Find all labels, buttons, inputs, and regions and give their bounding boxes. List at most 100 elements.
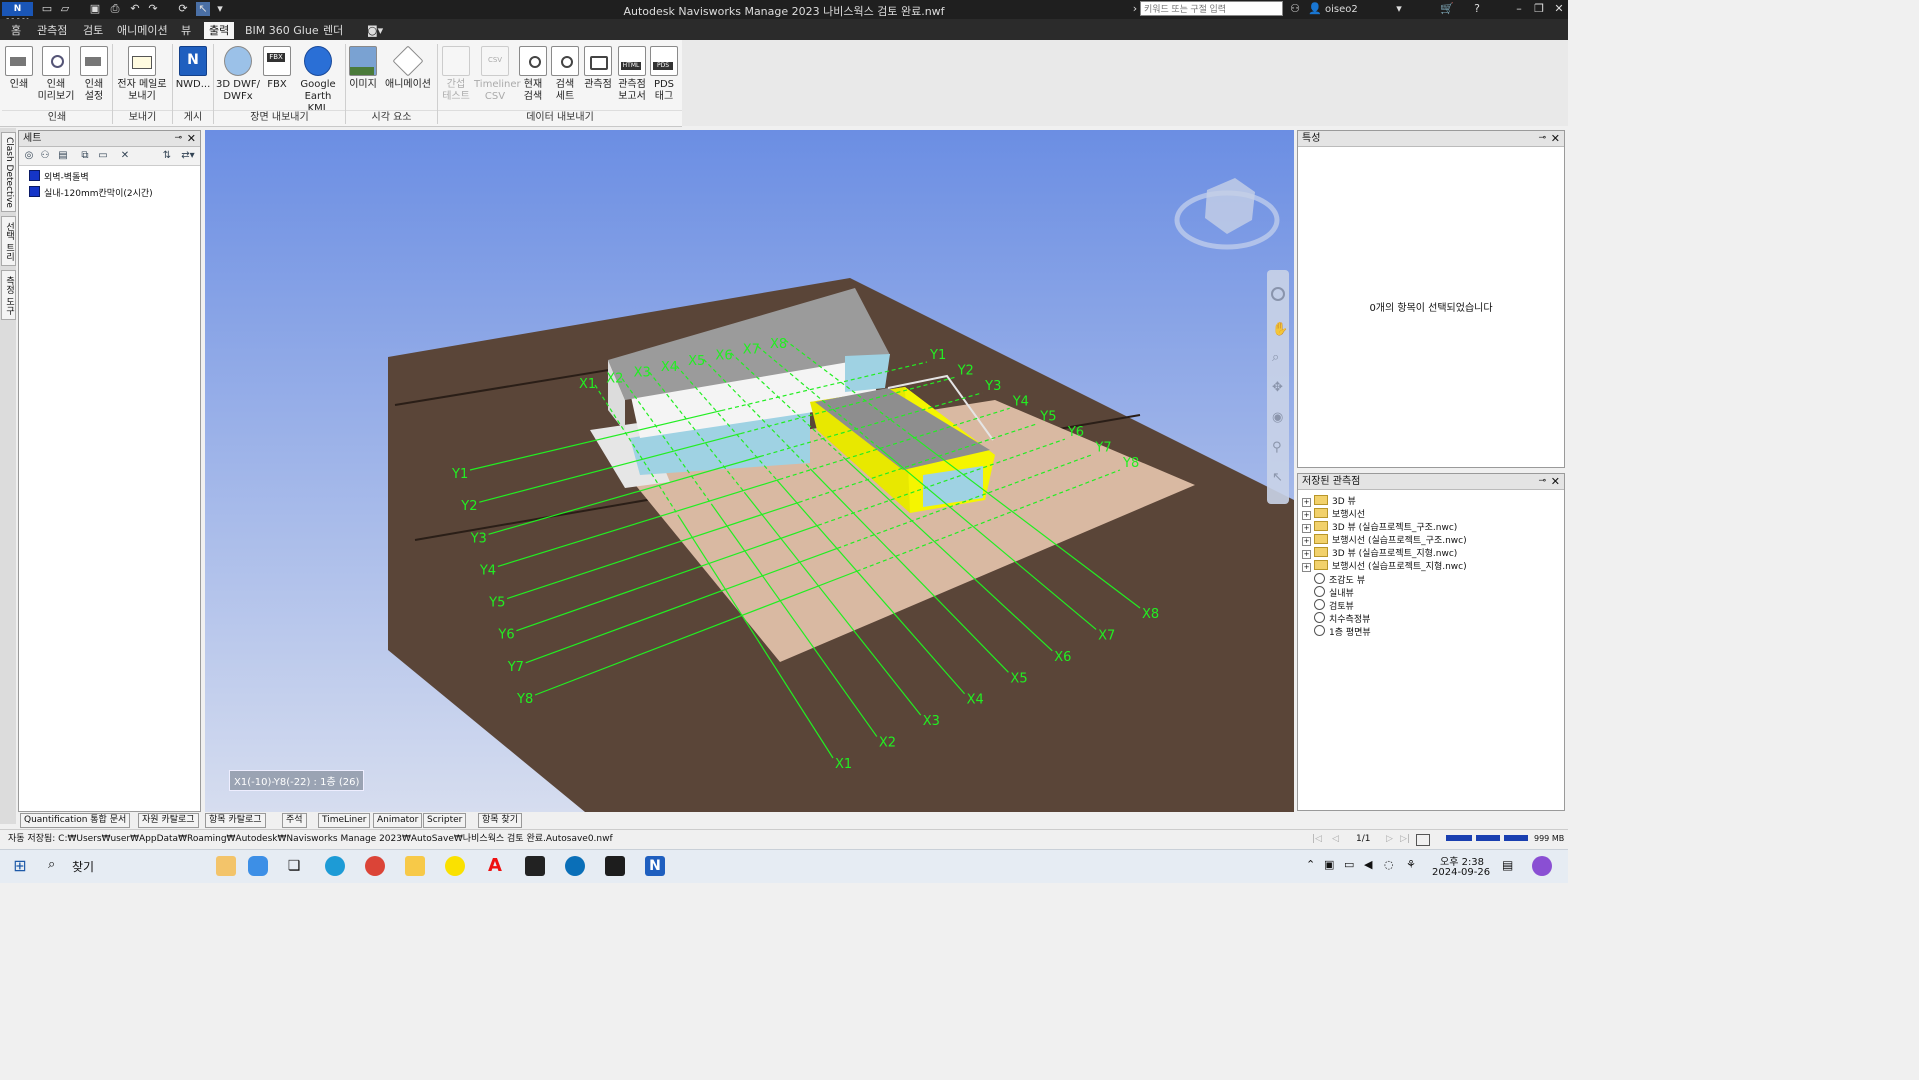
autocad-icon[interactable]: A — [485, 856, 505, 876]
print-setup-button[interactable]: 인쇄 설정 — [78, 46, 110, 103]
close-panel-icon[interactable]: ✕ — [1551, 474, 1560, 489]
current-search-button[interactable]: 현재 검색 — [518, 46, 548, 103]
viewpoint-folder[interactable]: + 보행시선 — [1302, 508, 1365, 521]
sketchup-icon[interactable] — [565, 856, 585, 876]
next-page-icon[interactable]: ▷ — [1386, 830, 1393, 848]
viewpoint-item[interactable]: 검토뷰 — [1314, 599, 1354, 612]
pds-tags-button[interactable]: PDS PDS 태그 — [650, 46, 678, 103]
export-fbx-button[interactable]: FBX FBX — [263, 46, 291, 91]
tab-animation[interactable]: 애니메이션 — [112, 22, 173, 39]
tab-item-catalog[interactable]: 항목 카탈로그 — [205, 813, 266, 828]
select-icon[interactable]: ↖ — [1272, 470, 1283, 485]
tab-measure-tools[interactable]: 측정 도구 — [1, 270, 16, 320]
tray-app-icon[interactable]: ▣ — [1324, 858, 1334, 871]
kakaotalk-icon[interactable] — [445, 856, 465, 876]
open-file-icon[interactable]: ▱ — [58, 2, 72, 16]
navisworks-taskbar-icon[interactable]: N — [645, 856, 665, 876]
revit-icon[interactable] — [525, 856, 545, 876]
tab-output[interactable]: 출력 — [204, 22, 235, 39]
orbit-icon[interactable]: ✥ — [1272, 380, 1283, 395]
undo-icon[interactable]: ↶ — [128, 2, 142, 16]
save-search-icon[interactable]: ⚇ — [39, 150, 51, 161]
duplicate-icon[interactable]: ⧉ — [79, 150, 91, 161]
import-export-icon[interactable]: ⇄▾ — [179, 150, 197, 161]
viewpoint-item[interactable]: 실내뷰 — [1314, 586, 1354, 599]
task-view-icon[interactable]: ❏ — [284, 856, 304, 876]
sheet-browser-icon[interactable] — [1416, 834, 1430, 846]
tab-render[interactable]: 렌더 — [318, 22, 348, 39]
taskbar-search-icon[interactable]: ⌕ — [48, 857, 55, 872]
windows-start-icon[interactable]: ⊞ — [10, 856, 30, 876]
set-item[interactable]: 외벽-벽돌벽 — [29, 170, 89, 184]
print-button[interactable]: 인쇄 — [4, 46, 34, 91]
zoom-icon[interactable]: ⌕ — [1272, 350, 1279, 365]
print-quick-icon[interactable]: ⎙ — [108, 2, 122, 16]
taskbar-search-label[interactable]: 찾기 — [72, 858, 94, 875]
viewpoint-item[interactable]: 조감도 뷰 — [1314, 573, 1365, 586]
last-page-icon[interactable]: ▷| — [1400, 830, 1410, 848]
viewpoint-folder[interactable]: +3D 뷰 (실습프로젝트_구조.nwc) — [1302, 521, 1457, 534]
timeliner-csv-button[interactable]: CSV Timeliner CSV — [474, 46, 521, 103]
keyword-search-input[interactable] — [1140, 1, 1283, 16]
tab-review[interactable]: 검토 — [78, 22, 108, 39]
viewpoint-folder[interactable]: +3D 뷰 (실습프로젝트_지형.nwc) — [1302, 547, 1457, 560]
close-panel-icon[interactable]: ✕ — [1551, 131, 1560, 146]
prev-page-icon[interactable]: ◁ — [1332, 830, 1339, 848]
3d-viewport[interactable]: X1 X1 X2 X2 X3 X3 X4 X4 X5 X5 X6 X6 X7 X7 X8 X8 Y1 Y1 Y2 Y2… — [205, 130, 1294, 812]
quick-access-dropdown-icon[interactable]: ▾ — [213, 2, 227, 16]
tray-security-icon[interactable]: ⚘ — [1406, 858, 1416, 871]
redo-icon[interactable]: ↷ — [146, 2, 160, 16]
search-sets-button[interactable]: 검색 세트 — [550, 46, 580, 103]
first-page-icon[interactable]: |◁ — [1312, 830, 1322, 848]
save-icon[interactable]: ▣ — [88, 2, 102, 16]
publish-nwd-button[interactable]: N NWD... — [174, 46, 212, 91]
edge-browser-icon[interactable] — [325, 856, 345, 876]
sort-icon[interactable]: ⇅ — [161, 150, 173, 161]
binoculars-icon[interactable]: ⚇ — [1288, 2, 1302, 16]
pin-icon[interactable]: ⊸ — [1538, 474, 1546, 489]
tray-clock-icon[interactable]: ◌ — [1384, 858, 1394, 871]
print-preview-button[interactable]: 인쇄 미리보기 — [36, 46, 76, 103]
sticky-app-icon[interactable] — [605, 856, 625, 876]
cart-icon[interactable]: 🛒 — [1440, 2, 1454, 16]
export-dwf-button[interactable]: 3D DWF/DWFx — [215, 46, 261, 103]
export-image-button[interactable]: 이미지 — [347, 46, 379, 91]
file-explorer-icon[interactable] — [405, 856, 425, 876]
tab-timeliner[interactable]: TimeLiner — [318, 813, 371, 828]
tab-clash-detective[interactable]: Clash Detective — [1, 132, 16, 212]
tab-resource-catalog[interactable]: 자원 카탈로그 — [138, 813, 199, 828]
delete-icon[interactable]: ✕ — [119, 150, 131, 161]
tab-bim360-glue[interactable]: BIM 360 Glue — [240, 22, 324, 39]
export-animation-button[interactable]: 애니메이션 — [381, 45, 435, 91]
tab-selection-tree[interactable]: 선택 트리 — [1, 216, 16, 266]
help-icon[interactable]: ? — [1470, 2, 1484, 16]
tray-overflow-icon[interactable]: ⌃ — [1306, 858, 1315, 871]
refresh-icon[interactable]: ⟳ — [176, 2, 190, 16]
send-email-button[interactable]: 전자 메일로 보내기 — [114, 46, 170, 103]
tab-scripter[interactable]: Scripter — [423, 813, 467, 828]
steering-wheel-icon[interactable] — [1271, 287, 1285, 301]
viewpoints-export-button[interactable]: 관측점 — [582, 46, 614, 91]
tab-viewpoint[interactable]: 관측점 — [32, 22, 72, 39]
pin-icon[interactable]: ⊸ — [174, 131, 182, 146]
volume-icon[interactable]: ◀ — [1364, 858, 1372, 871]
add-comment-icon[interactable]: ▭ — [97, 150, 109, 161]
tab-find-items[interactable]: 항목 찾기 — [478, 813, 522, 828]
export-google-earth-button[interactable]: Google Earth KML — [293, 46, 343, 115]
tab-animator[interactable]: Animator — [373, 813, 423, 828]
tab-view[interactable]: 뷰 — [176, 22, 196, 39]
network-icon[interactable]: ▭ — [1344, 858, 1354, 871]
new-file-icon[interactable]: ▭ — [40, 2, 54, 16]
new-folder-icon[interactable]: ▤ — [57, 150, 69, 161]
camera-dropdown-icon[interactable]: ◙▾ — [362, 22, 388, 39]
viewpoint-item[interactable]: 1층 평면뷰 — [1314, 625, 1371, 638]
notification-icon[interactable]: ▤ — [1502, 858, 1513, 872]
user-dropdown-icon[interactable]: ▾ — [1392, 2, 1406, 16]
minimize-icon[interactable]: – — [1512, 2, 1526, 16]
tab-comments[interactable]: 주석 — [282, 813, 307, 828]
chrome-icon[interactable] — [365, 856, 385, 876]
viewpoint-folder[interactable]: + 보행시선 (실습프로젝트_지형.nwc) — [1302, 560, 1467, 573]
maximize-icon[interactable]: ❐ — [1532, 2, 1546, 16]
clash-test-export-button[interactable]: 간섭 테스트 — [439, 46, 473, 103]
viewpoint-folder[interactable]: + 보행시선 (실습프로젝트_구조.nwc) — [1302, 534, 1467, 547]
